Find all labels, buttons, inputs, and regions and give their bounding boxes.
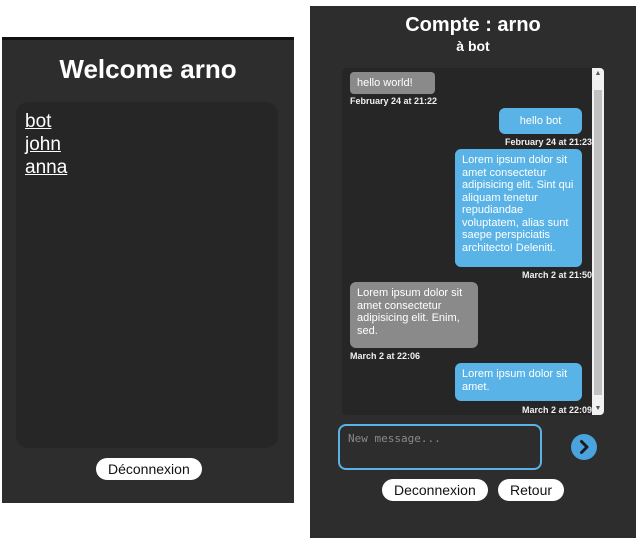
- message-bubble-received: hello world!: [350, 72, 435, 94]
- message-timestamp: March 2 at 22:06: [350, 351, 421, 361]
- chevron-right-circle-icon: [580, 440, 589, 454]
- new-message-input[interactable]: [338, 424, 542, 470]
- chat-panel: Compte : arno à bot hello world! Februar…: [310, 6, 636, 538]
- triangle-down-icon[interactable]: ▼: [592, 403, 604, 415]
- message-bubble-sent: Lorem ipsum dolor sit amet consectetur a…: [455, 149, 582, 267]
- message-bubble-received: Lorem ipsum dolor sit amet consectetur a…: [350, 282, 478, 348]
- logout-button[interactable]: Deconnexion: [382, 479, 488, 501]
- account-title: Compte : arno: [405, 14, 541, 36]
- contact-link-bot[interactable]: bot: [25, 110, 278, 133]
- message-timestamp: February 24 at 21:23: [504, 137, 592, 147]
- messages-area[interactable]: hello world! February 24 at 21:22 hello …: [342, 68, 604, 415]
- message-timestamp: February 24 at 21:22: [350, 96, 438, 106]
- contact-link-anna[interactable]: anna: [25, 156, 278, 179]
- chat-recipient: à bot: [456, 38, 490, 54]
- logout-button[interactable]: Déconnexion: [96, 458, 202, 480]
- message-timestamp: March 2 at 21:50: [521, 270, 592, 280]
- welcome-title: Welcome arno: [59, 54, 237, 84]
- message-timestamp: March 2 at 22:09: [521, 405, 592, 415]
- contacts-list: bot john anna: [16, 102, 278, 179]
- contacts-list-container: bot john anna: [16, 102, 278, 448]
- contacts-panel: Welcome arno bot john anna Déconnexion: [2, 37, 294, 503]
- message-bubble-sent: Lorem ipsum dolor sit amet.: [455, 363, 582, 401]
- triangle-up-icon[interactable]: ▲: [592, 68, 604, 80]
- messages-scrollbar[interactable]: ▲ ▼: [592, 68, 604, 415]
- scrollbar-thumb[interactable]: [594, 90, 602, 395]
- send-button[interactable]: [571, 434, 597, 460]
- message-bubble-sent: hello bot: [499, 108, 582, 134]
- back-button[interactable]: Retour: [498, 479, 565, 501]
- contact-link-john[interactable]: john: [25, 133, 278, 156]
